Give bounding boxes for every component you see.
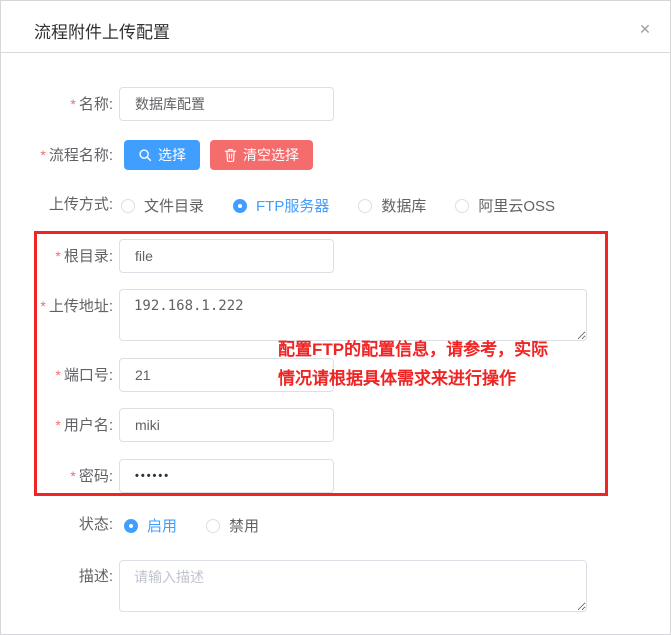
port-input[interactable] <box>119 358 334 392</box>
radio-label: 阿里云OSS <box>478 198 556 215</box>
required-asterisk: * <box>40 298 46 314</box>
radio-icon <box>358 198 373 213</box>
upload-mode-label: 上传方式: <box>48 196 113 213</box>
username-label: * 用户名: <box>55 417 113 434</box>
search-icon <box>138 148 152 162</box>
upload-config-dialog: 流程附件上传配置 ✕ *名称: *流程名称: 选择 清空选择 上传方式: <box>0 0 671 635</box>
required-asterisk: * <box>40 147 46 163</box>
radio-icon <box>455 198 470 213</box>
form-row-status: 状态: 启用 禁用 <box>1 515 670 535</box>
process-name-label: * 流程名称: <box>40 147 113 164</box>
form-row-username: * 用户名: <box>1 408 670 442</box>
root-dir-input[interactable] <box>119 239 334 273</box>
clear-selection-label: 清空选择 <box>243 147 299 163</box>
form-row-root-dir: * 根目录: <box>1 239 670 273</box>
radio-label: 禁用 <box>229 518 260 535</box>
radio-selected-icon <box>124 518 138 533</box>
required-asterisk: * <box>70 468 76 484</box>
description-textarea[interactable] <box>119 560 587 612</box>
root-dir-label: * 根目录: <box>55 248 113 265</box>
status-label: 状态: <box>78 516 113 533</box>
radio-icon <box>121 198 135 213</box>
radio-upload-mode-aliyun-oss[interactable]: 阿里云OSS <box>455 195 555 216</box>
status-radio-group: 启用 禁用 <box>124 515 288 536</box>
username-input[interactable] <box>119 408 334 442</box>
form-row-process-name: * 流程名称: 选择 清空选择 <box>1 140 670 170</box>
port-label: * 端口号: <box>55 367 113 384</box>
required-asterisk: * <box>70 96 76 112</box>
dialog-header: 流程附件上传配置 ✕ <box>1 1 670 53</box>
close-icon[interactable]: ✕ <box>637 21 653 37</box>
radio-label: 数据库 <box>381 198 427 215</box>
form-row-upload-address: * 上传地址: 192.168.1.222 <box>1 289 670 341</box>
select-process-button[interactable]: 选择 <box>124 140 200 170</box>
required-asterisk: * <box>55 248 61 264</box>
radio-icon <box>206 518 221 533</box>
dialog-title: 流程附件上传配置 <box>34 23 170 42</box>
required-asterisk: * <box>55 417 61 433</box>
form-row-name: * 名称: <box>1 87 670 121</box>
upload-address-label: * 上传地址: <box>40 298 113 315</box>
radio-upload-mode-file-dir[interactable]: 文件目录 <box>121 195 204 216</box>
form-row-port: * 端口号: <box>1 358 670 392</box>
form-row-description: 描述: <box>1 560 670 612</box>
description-label: 描述: <box>78 568 113 585</box>
name-label: * 名称: <box>70 96 113 113</box>
required-asterisk: * <box>55 367 61 383</box>
upload-address-textarea[interactable]: 192.168.1.222 <box>119 289 587 341</box>
radio-label: 文件目录 <box>144 198 205 215</box>
upload-mode-radio-group: 文件目录 FTP服务器 数据库 阿里云OSS <box>121 195 584 216</box>
select-process-label: 选择 <box>158 147 186 163</box>
radio-selected-icon <box>233 198 248 213</box>
radio-label: 启用 <box>147 518 178 535</box>
password-input[interactable] <box>119 459 334 493</box>
clear-selection-button[interactable]: 清空选择 <box>210 140 313 170</box>
form-row-upload-mode: 上传方式: 文件目录 FTP服务器 数据库 阿里云OSS <box>1 195 670 215</box>
form-row-password: * 密码: <box>1 459 670 493</box>
radio-upload-mode-ftp[interactable]: FTP服务器 <box>233 195 329 216</box>
trash-icon <box>224 148 237 162</box>
radio-status-enabled[interactable]: 启用 <box>124 515 177 536</box>
radio-status-disabled[interactable]: 禁用 <box>206 515 259 536</box>
radio-upload-mode-database[interactable]: 数据库 <box>358 195 426 216</box>
name-input[interactable] <box>119 87 334 121</box>
process-name-buttons: 选择 清空选择 <box>124 140 313 170</box>
radio-label: FTP服务器 <box>256 198 330 215</box>
password-label: * 密码: <box>70 468 113 485</box>
